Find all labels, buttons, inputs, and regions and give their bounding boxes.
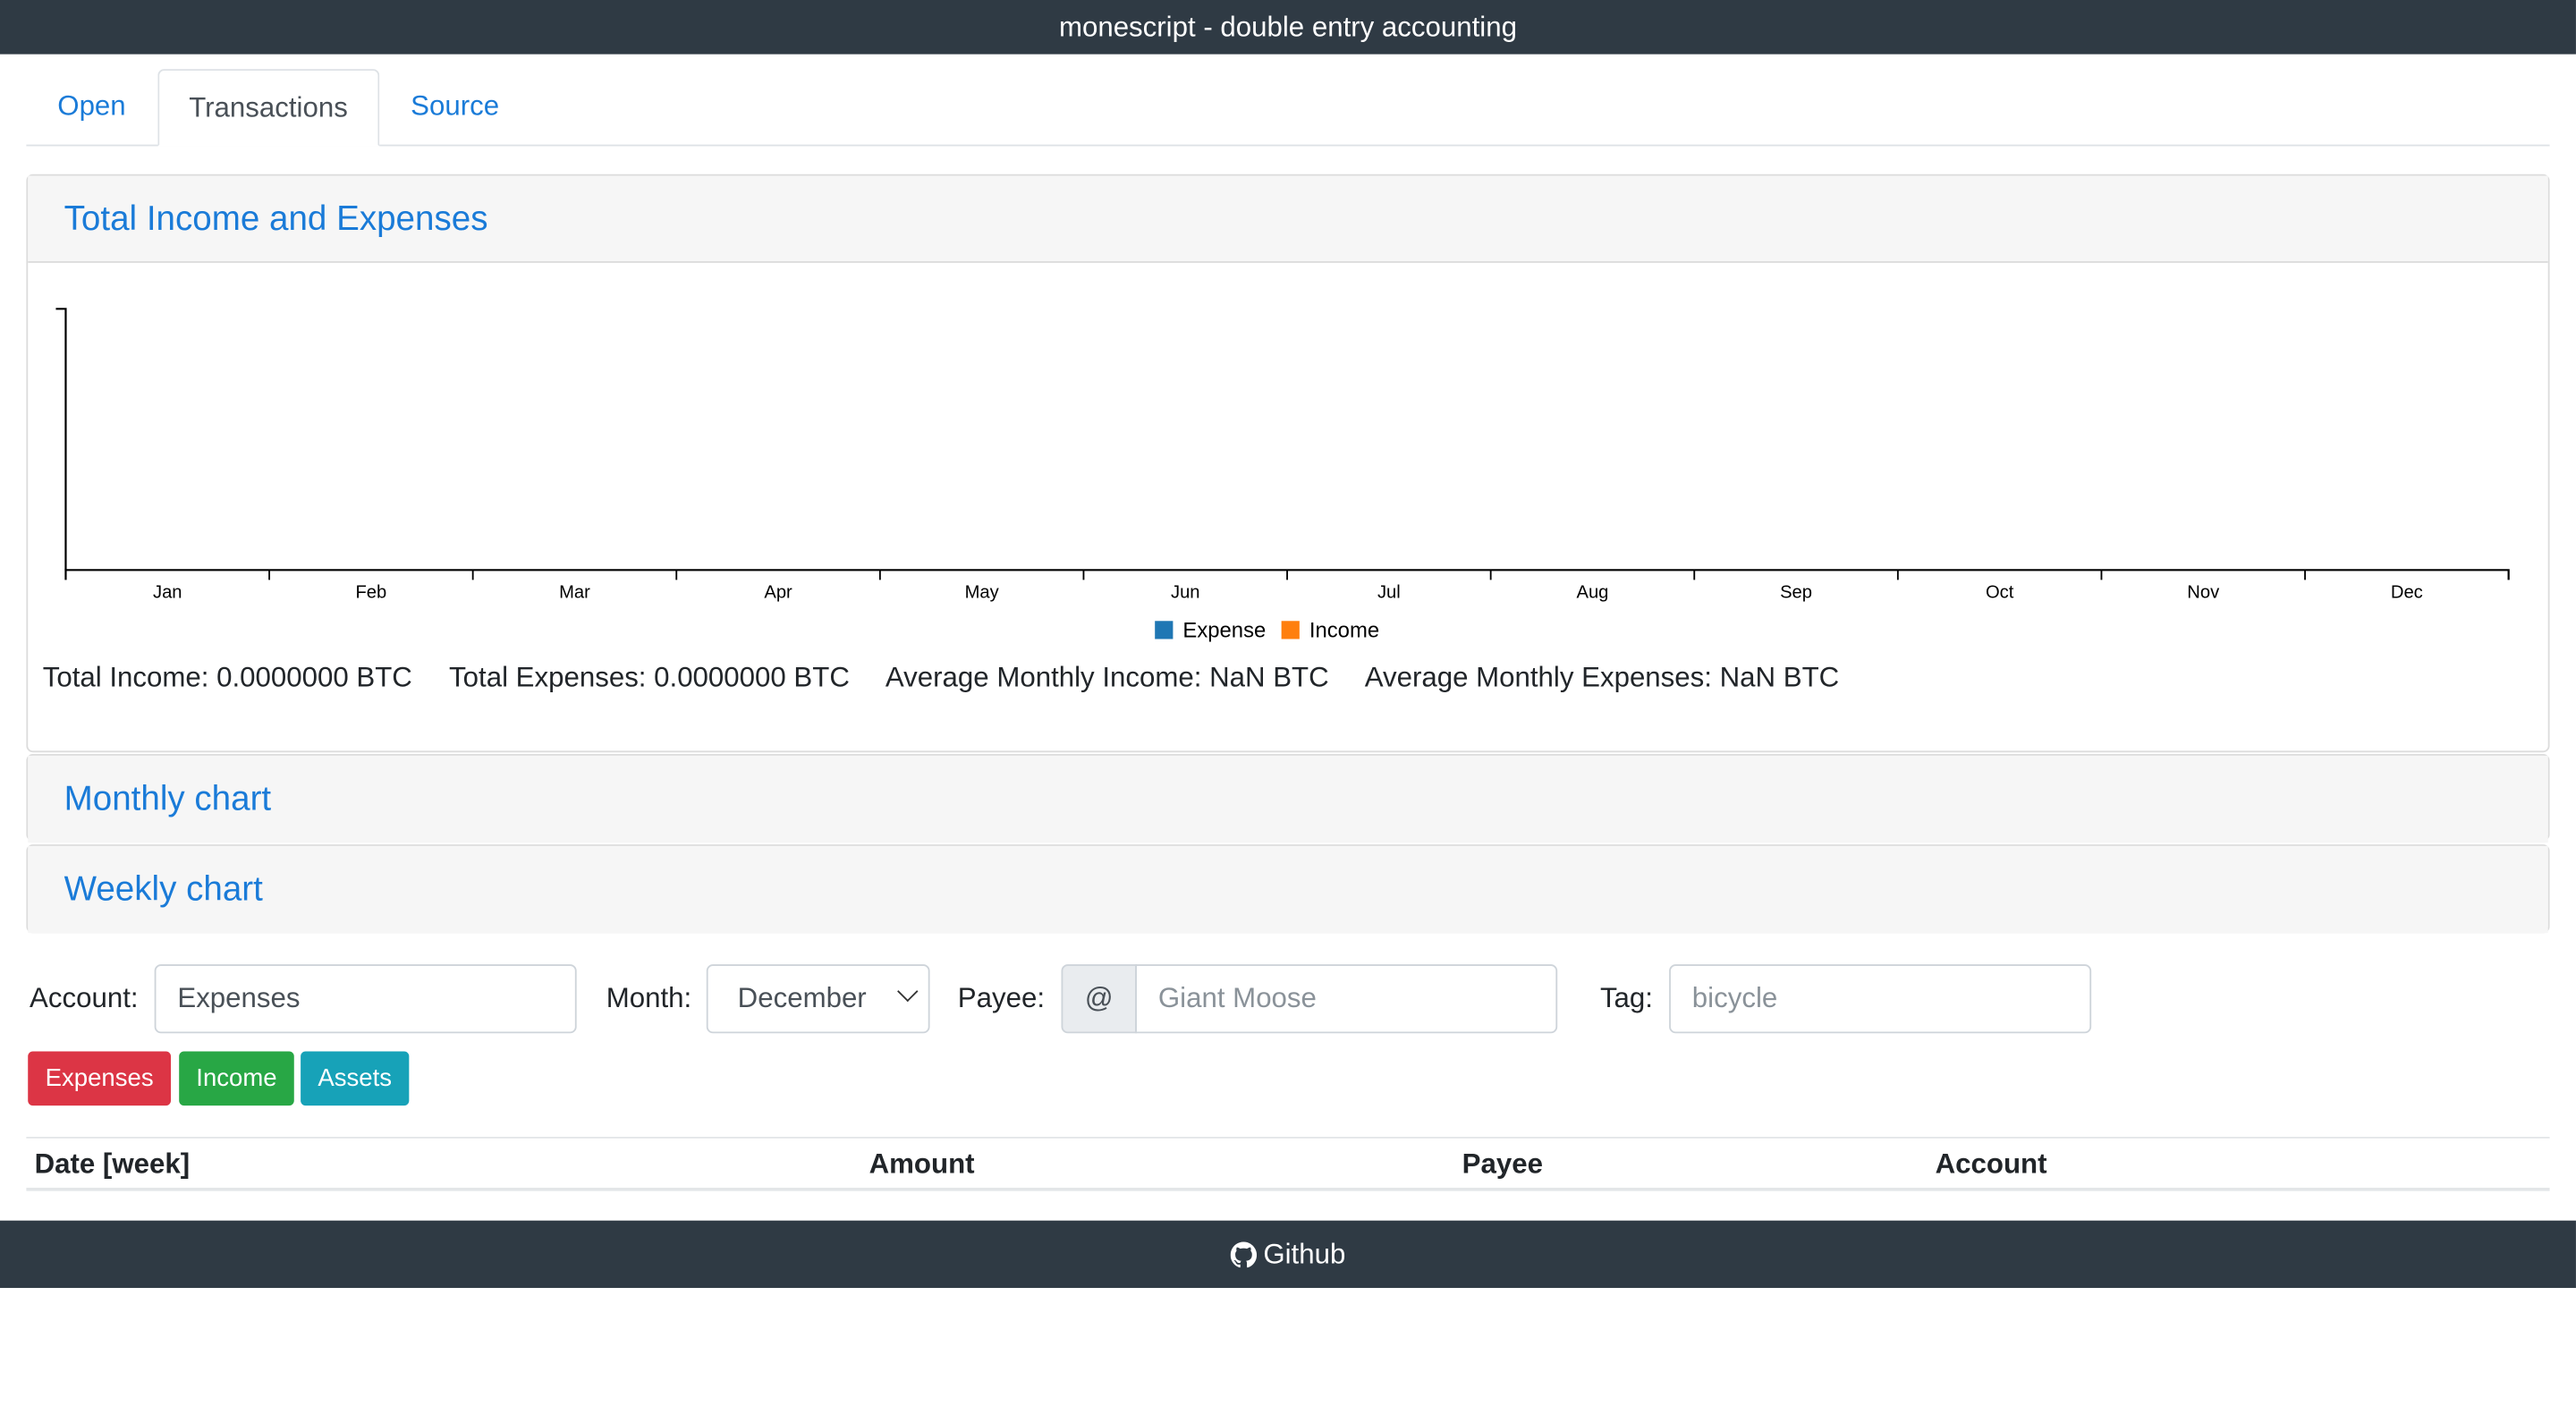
column-header-payee[interactable]: Payee	[1462, 1139, 1543, 1190]
weekly-chart-panel: Weekly chart	[26, 844, 2550, 934]
total-income-expenses-header[interactable]: Total Income and Expenses	[28, 175, 2548, 263]
legend-label-expense: Expense	[1182, 619, 1266, 643]
x-tick-label: Jul	[1377, 583, 1401, 603]
x-tick-label: Dec	[2391, 583, 2423, 603]
expenses-button[interactable]: Expenses	[28, 1051, 172, 1106]
legend-swatch-expense	[1155, 621, 1174, 640]
column-header-date[interactable]: Date [week]	[35, 1139, 191, 1190]
x-tick-label: Aug	[1576, 583, 1608, 603]
total-expenses-text: Total Expenses: 0.0000000 BTC	[449, 662, 850, 694]
filter-bar: Account: Expenses Month: December Payee:…	[28, 964, 2558, 1034]
month-select-value: December	[737, 982, 867, 1014]
column-header-account[interactable]: Account	[1936, 1139, 2047, 1190]
account-input[interactable]: Expenses	[154, 964, 577, 1034]
payee-label: Payee:	[957, 982, 1046, 1014]
x-tick-label: Jan	[153, 583, 182, 603]
x-tick-label: Mar	[559, 583, 590, 603]
x-tick-label: May	[965, 583, 1000, 603]
income-button[interactable]: Income	[179, 1051, 294, 1106]
month-select[interactable]: December	[706, 964, 930, 1034]
tag-input[interactable]: bicycle	[1669, 964, 2092, 1034]
x-tick-label: Jun	[1171, 583, 1200, 603]
x-tick-label: Oct	[1986, 583, 2014, 603]
assets-button[interactable]: Assets	[301, 1051, 410, 1106]
avg-monthly-expenses-text: Average Monthly Expenses: NaN BTC	[1364, 662, 1840, 694]
x-tick-label: Feb	[355, 583, 386, 603]
legend-swatch-income	[1281, 621, 1300, 640]
app-title-bar: monescript - double entry accounting	[0, 0, 2576, 55]
avg-monthly-income-text: Average Monthly Income: NaN BTC	[885, 662, 1329, 694]
legend-label-income: Income	[1309, 619, 1379, 643]
y-axis	[55, 308, 67, 571]
payee-input[interactable]: Giant Moose	[1135, 964, 1558, 1034]
account-label: Account:	[30, 982, 139, 1014]
total-income-text: Total Income: 0.0000000 BTC	[42, 662, 412, 694]
income-expense-chart: Jan Feb Mar Apr May Jun Jul Aug Sep Oct Nov Dec Expe…	[55, 308, 2510, 643]
tag-label: Tag:	[1599, 982, 1653, 1014]
total-income-expenses-panel: Total Income and Expenses Jan Feb Mar Apr Ma…	[26, 174, 2550, 753]
tab-transactions[interactable]: Transactions	[157, 69, 379, 147]
footer-github-label: Github	[1263, 1237, 1346, 1269]
app-title: monescript - double entry accounting	[1058, 10, 1517, 42]
month-label: Month:	[606, 982, 692, 1014]
x-tick-label: Sep	[1780, 583, 1812, 603]
main-tabs: Open Transactions Source	[26, 69, 2550, 147]
x-tick-label: Apr	[764, 583, 792, 603]
github-icon	[1230, 1241, 1257, 1267]
summary-row: Total Income: 0.0000000 BTC Total Expens…	[43, 662, 1869, 695]
monthly-chart-header[interactable]: Monthly chart	[28, 755, 2548, 843]
x-tick-label: Nov	[2187, 583, 2220, 603]
transactions-table-header: Date [week] Amount Payee Account	[26, 1136, 2550, 1191]
column-header-amount[interactable]: Amount	[869, 1139, 975, 1190]
footer-github-link[interactable]: Github	[0, 1220, 2576, 1288]
tab-source[interactable]: Source	[381, 69, 529, 143]
weekly-chart-header[interactable]: Weekly chart	[28, 845, 2548, 934]
tab-open[interactable]: Open	[28, 69, 156, 143]
at-sign-addon: @	[1061, 964, 1137, 1034]
chevron-down-icon	[897, 980, 919, 1003]
monthly-chart-panel: Monthly chart	[26, 754, 2550, 843]
